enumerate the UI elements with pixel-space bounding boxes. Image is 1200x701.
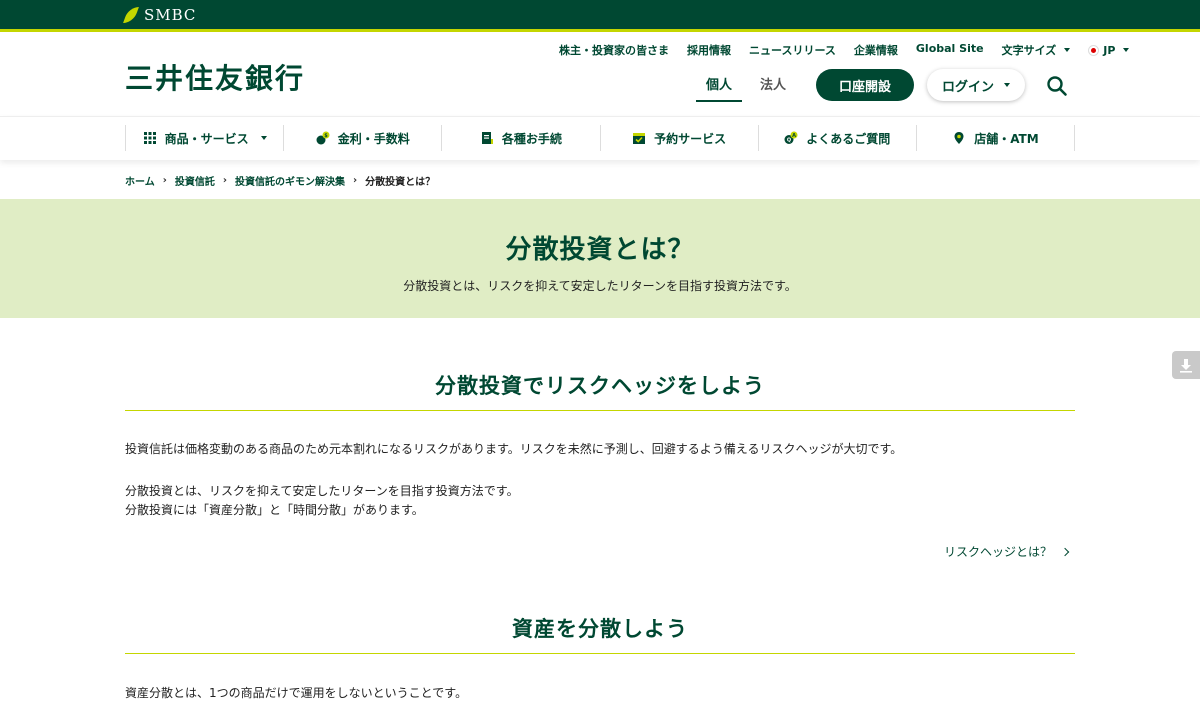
smbc-brand-text: SMBC [144,6,197,24]
util-link-investors[interactable]: 株主・投資家の皆さま [559,42,669,58]
section-heading-asset-diversification: 資産を分散しよう [125,613,1075,654]
gnav-item-products[interactable]: 商品・サービス [125,125,283,151]
gnav-item-reservation[interactable]: 予約サービス [599,125,758,151]
breadcrumb-investment-trust[interactable]: 投資信託 [175,173,215,188]
risk-hedge-link[interactable]: リスクヘッジとは？ [944,543,1070,560]
breadcrumb-home[interactable]: ホーム [125,173,155,188]
login-label: ログイン [941,79,994,95]
chevron-down-icon [260,136,267,140]
font-size-selector[interactable]: 文字サイズ [1002,42,1071,58]
chevron-down-icon [1123,48,1130,52]
gnav-item-procedures[interactable]: 各種お手続 [441,125,599,151]
chevron-right-icon: › [352,175,358,186]
download-tab[interactable] [1172,351,1200,379]
language-label: JP [1103,43,1116,57]
section1-paragraph-1: 投資信託は価格変動のある商品のため元本割れになるリスクがあります。リスクを未然に… [125,442,903,456]
gnav-label: 各種お手続 [501,131,562,146]
breadcrumb-current: 分散投資とは？ [365,177,436,188]
tab-personal[interactable]: 個人 [696,74,742,102]
language-selector[interactable]: JP [1088,42,1130,58]
document-icon [481,132,493,144]
tab-corporate[interactable]: 法人 [750,74,796,102]
chevron-right-icon [1060,547,1070,556]
page-lead: 分散投資とは、リスクを抑えて安定したリターンを目指す投資方法です。 [403,279,797,293]
chevron-down-icon [1004,83,1010,87]
util-link-global[interactable]: Global Site [916,42,984,58]
font-size-label: 文字サイズ [1001,44,1057,57]
section-heading-risk-hedge: 分散投資でリスクヘッジをしよう [125,370,1075,411]
smbc-leaf-icon [124,6,138,24]
page-title: 分散投資とは？ [505,235,695,265]
chevron-right-icon: › [222,175,227,186]
gnav-label: 店舗・ATM [974,131,1039,146]
breadcrumb: ホーム › 投資信託 › 投資信託のギモン解決集 › 分散投資とは？ [125,173,435,188]
section1-paragraph-2-line-1: 分散投資とは、リスクを抑えて安定したリターンを目指す投資方法です。 [125,484,519,498]
gnav-label: よくあるご質問 [806,131,891,146]
section1-paragraph-2: 分散投資とは、リスクを抑えて安定したリターンを目指す投資方法です。 分散投資には… [125,482,519,520]
global-nav: 商品・サービス $ 金利・手数料 各種お手続 予約サービス A Q よくあるご質… [0,116,1200,160]
segment-tabs: 個人 法人 [696,74,796,102]
util-link-company[interactable]: 企業情報 [854,42,898,58]
search-icon [1047,76,1067,96]
gnav-label: 金利・手数料 [337,131,410,146]
util-link-news[interactable]: ニュースリリース [749,42,836,58]
gnav-label: 予約サービス [654,131,727,146]
breadcrumb-faq-collection[interactable]: 投資信託のギモン解決集 [235,173,345,188]
gnav-item-faq[interactable]: A Q よくあるご質問 [757,125,916,151]
search-button[interactable] [1046,75,1068,97]
svg-text:$: $ [324,133,328,139]
gnav-item-rates[interactable]: $ 金利・手数料 [283,125,441,151]
gnav-item-branches[interactable]: 店舗・ATM [915,125,1076,151]
utility-links: 株主・投資家の皆さま 採用情報 ニュースリリース 企業情報 Global Sit… [559,42,1147,58]
section2-paragraph-1: 資産分散とは、1つの商品だけで運用をしないということです。 [125,686,468,700]
japan-flag-icon [1088,44,1100,56]
smbc-logo[interactable]: SMBC [124,6,196,24]
map-pin-icon [954,132,964,144]
risk-hedge-link-label: リスクヘッジとは？ [944,545,1053,559]
section1-paragraph-2-line-2: 分散投資には「資産分散」と「時間分散」があります。 [125,503,424,517]
calendar-icon [633,133,646,144]
page-hero: 分散投資とは？ 分散投資とは、リスクを抑えて安定したリターンを目指す投資方法です… [0,199,1200,318]
grid-icon [143,132,156,144]
open-account-label: 口座開設 [838,79,891,95]
brand-bar: SMBC [0,0,1200,32]
qa-icon: A Q [784,131,798,144]
download-icon [1180,359,1192,373]
chevron-down-icon [1064,48,1071,52]
coins-icon: $ [316,131,330,145]
util-link-recruit[interactable]: 採用情報 [687,42,731,58]
chevron-right-icon: › [162,175,167,186]
open-account-button[interactable]: 口座開設 [816,69,914,101]
gnav-label: 商品・サービス [164,131,249,146]
svg-text:A: A [792,133,796,139]
site-header: 三井住友銀行 株主・投資家の皆さま 採用情報 ニュースリリース 企業情報 Glo… [0,32,1200,116]
login-button[interactable]: ログイン [927,69,1025,101]
svg-text:Q: Q [787,138,791,144]
bank-logo[interactable]: 三井住友銀行 [125,57,305,97]
